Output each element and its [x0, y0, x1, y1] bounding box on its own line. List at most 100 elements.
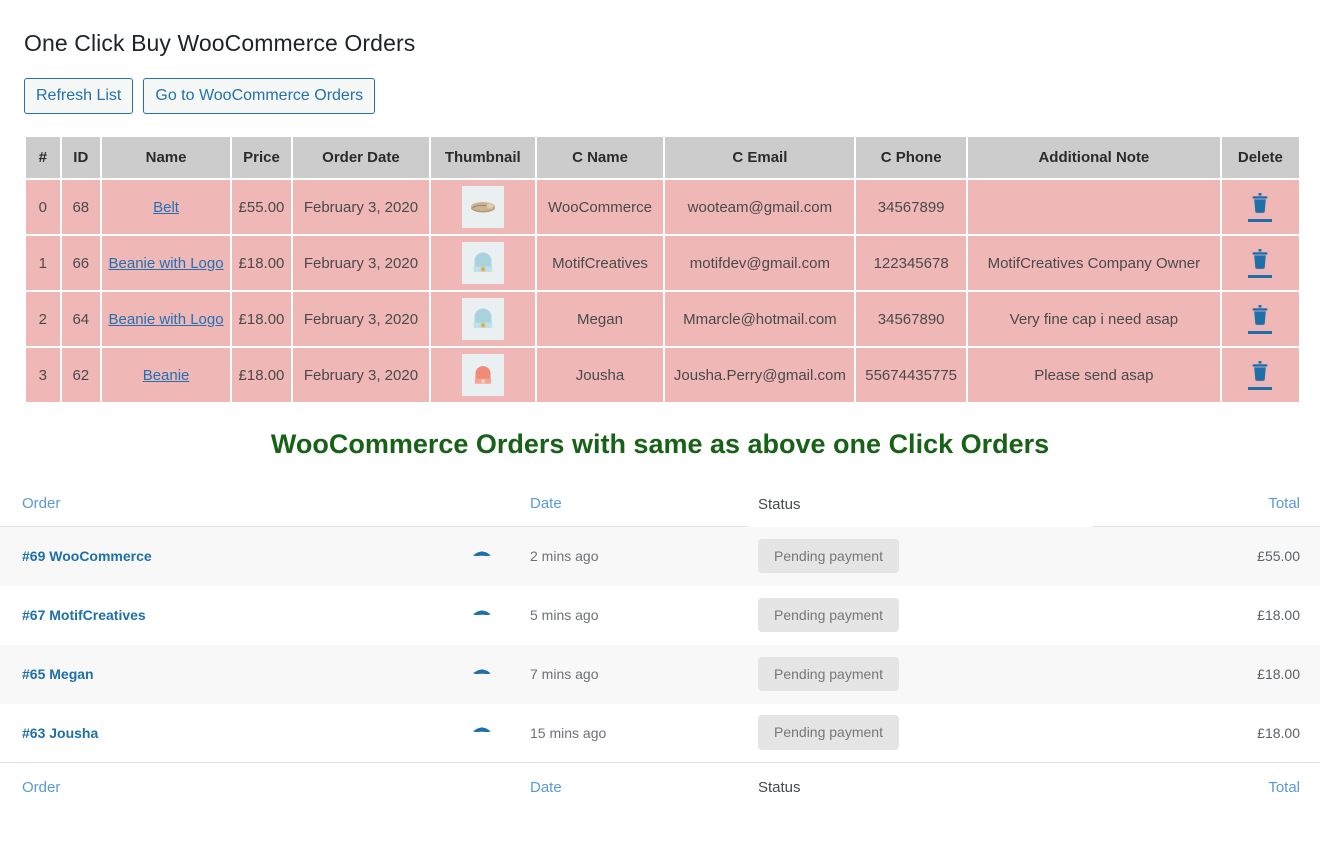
cell-id: 68: [61, 180, 101, 234]
refresh-list-button[interactable]: Refresh List: [24, 78, 134, 114]
product-link[interactable]: Belt: [153, 199, 179, 216]
woo-cell-date: 15 mins ago: [530, 724, 607, 741]
woo-footer-header-date[interactable]: Date: [530, 762, 748, 806]
cell-index: 1: [26, 236, 60, 290]
woo-column-header-status: Status: [758, 495, 801, 513]
trash-icon: [1252, 305, 1268, 326]
woo-order-link[interactable]: #65 Megan: [22, 666, 94, 682]
woo-order-link[interactable]: #69 WooCommerce: [22, 548, 152, 564]
page-root: One Click Buy WooCommerce Orders Refresh…: [0, 0, 1320, 852]
column-header-price: Price: [232, 137, 291, 178]
eye-icon[interactable]: [472, 607, 492, 621]
woo-cell-date: 7 mins ago: [530, 644, 748, 704]
status-badge[interactable]: Pending payment: [758, 538, 899, 574]
cell-c-email: motifdev@gmail.com: [665, 236, 855, 290]
woo-cell-preview: [472, 704, 530, 763]
delete-underline: [1248, 387, 1273, 390]
woo-cell-total: £18.00: [1093, 644, 1320, 704]
delete-order-button[interactable]: [1248, 192, 1273, 222]
woo-footer-header-order[interactable]: Order: [0, 762, 472, 806]
woo-column-header-order[interactable]: Order: [0, 484, 472, 527]
woocommerce-orders-table-body: #69 WooCommerce 2 mins ago Pending payme…: [0, 526, 1320, 763]
delete-order-button[interactable]: [1248, 304, 1273, 334]
cell-c-email: Jousha.Perry@gmail.com: [665, 348, 855, 402]
product-link[interactable]: Beanie with Logo: [109, 311, 224, 328]
section-heading: WooCommerce Orders with same as above on…: [270, 429, 1050, 459]
woo-cell-order: #69 WooCommerce: [0, 526, 472, 586]
cell-order-date: February 3, 2020: [292, 236, 429, 290]
column-header-thumbnail: Thumbnail: [430, 137, 535, 178]
cell-delete: [1221, 348, 1299, 402]
delete-underline: [1248, 219, 1273, 222]
woo-cell-total: £18.00: [1257, 607, 1300, 623]
cell-c-name: Jousha: [536, 348, 664, 402]
cell-additional-note: MotifCreatives Company Owner: [967, 236, 1220, 290]
cell-price: £55.00: [232, 180, 291, 234]
woo-cell-preview: [472, 644, 530, 704]
status-badge[interactable]: Pending payment: [758, 656, 899, 692]
delete-order-button[interactable]: [1248, 360, 1273, 390]
cell-thumbnail: [430, 348, 535, 402]
action-button-row: Refresh List Go to WooCommerce Orders: [24, 78, 376, 114]
cell-c-phone: 122345678: [856, 236, 966, 290]
eye-icon[interactable]: [472, 724, 492, 738]
status-badge[interactable]: Pending payment: [758, 715, 899, 751]
product-link[interactable]: Beanie: [143, 367, 190, 384]
cell-price: £18.00: [232, 292, 291, 346]
table-row: 3 62 Beanie £18.00 February 3, 2020 Jous…: [26, 348, 1299, 402]
cell-name: Beanie with Logo: [102, 236, 231, 290]
table-row: 2 64 Beanie with Logo £18.00 February 3,…: [26, 292, 1299, 346]
woo-footer-row: Order Date Status Total: [0, 762, 1320, 806]
column-header-delete: Delete: [1221, 137, 1299, 178]
cell-c-name: WooCommerce: [536, 180, 664, 234]
table-header-row: # ID Name Price Order Date Thumbnail C N…: [26, 137, 1299, 178]
red-beanie-thumbnail-icon: [461, 354, 504, 396]
woo-order-link[interactable]: #67 MotifCreatives: [22, 607, 146, 623]
woocommerce-orders-table: Order Date Status Total #69 WooCommerce: [0, 484, 1320, 806]
column-header-name: Name: [102, 137, 231, 178]
woo-cell-order: #67 MotifCreatives: [0, 586, 472, 645]
woo-footer-header-status: Status: [748, 762, 1093, 806]
column-header-id: ID: [61, 137, 101, 178]
cell-c-name: MotifCreatives: [536, 236, 664, 290]
trash-icon: [1252, 249, 1268, 270]
trash-icon: [1252, 193, 1268, 214]
cell-c-phone: 34567899: [856, 180, 966, 234]
woo-cell-status: Pending payment: [748, 704, 1093, 763]
delete-underline: [1248, 331, 1273, 334]
cell-additional-note: [967, 180, 1220, 234]
cell-name: Beanie with Logo: [102, 292, 231, 346]
woo-cell-date: 5 mins ago: [530, 607, 599, 623]
cell-c-email: Mmarcle@hotmail.com: [665, 292, 855, 346]
status-badge[interactable]: Pending payment: [758, 597, 899, 633]
eye-icon[interactable]: [472, 666, 492, 680]
one-click-orders-table: # ID Name Price Order Date Thumbnail C N…: [24, 135, 1301, 404]
woocommerce-orders-table-foot: Order Date Status Total: [0, 762, 1320, 806]
woo-cell-status: Pending payment: [748, 586, 1093, 645]
woo-footer-header-preview: [472, 762, 530, 806]
product-link[interactable]: Beanie with Logo: [109, 255, 224, 272]
cell-order-date: February 3, 2020: [292, 292, 429, 346]
woocommerce-orders-section: Order Date Status Total #69 WooCommerce: [0, 484, 1320, 806]
cell-id: 62: [61, 348, 101, 402]
woo-order-row: #69 WooCommerce 2 mins ago Pending payme…: [0, 526, 1320, 586]
woo-order-link[interactable]: #63 Jousha: [22, 725, 98, 741]
woo-column-header-date[interactable]: Date: [530, 484, 748, 527]
go-to-woocommerce-orders-button[interactable]: Go to WooCommerce Orders: [143, 78, 376, 114]
one-click-orders-table-head: # ID Name Price Order Date Thumbnail C N…: [26, 137, 1299, 178]
cell-order-date: February 3, 2020: [292, 348, 429, 402]
cell-delete: [1221, 236, 1299, 290]
woo-column-header-total[interactable]: Total: [1093, 484, 1320, 527]
belt-thumbnail-icon: [461, 186, 504, 228]
eye-icon[interactable]: [472, 548, 492, 562]
column-header-c-name: C Name: [536, 137, 664, 178]
column-header-order-date: Order Date: [292, 137, 429, 178]
cell-price: £18.00: [232, 236, 291, 290]
column-header-c-email: C Email: [665, 137, 855, 178]
cell-order-date: February 3, 2020: [292, 180, 429, 234]
cell-c-phone: 55674435775: [856, 348, 966, 402]
woo-footer-header-total[interactable]: Total: [1093, 762, 1320, 806]
woo-cell-preview: [472, 586, 530, 645]
woo-cell-total: £18.00: [1257, 724, 1300, 741]
delete-order-button[interactable]: [1248, 248, 1273, 278]
